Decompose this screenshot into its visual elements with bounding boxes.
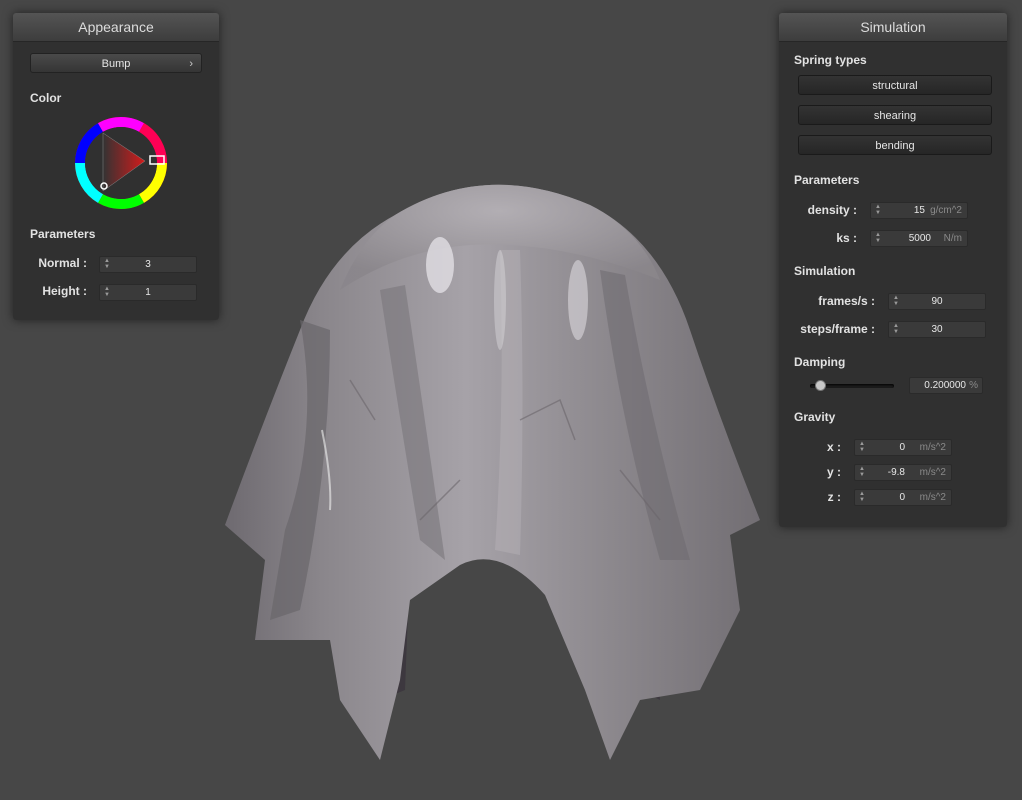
spinner-icon[interactable]: ▲ ▼ bbox=[859, 466, 866, 479]
steps-label: steps/frame : bbox=[800, 322, 875, 336]
gravity-z-unit: m/s^2 bbox=[919, 492, 946, 503]
structural-toggle-button[interactable]: structural bbox=[798, 75, 992, 95]
gravity-x-unit: m/s^2 bbox=[919, 442, 946, 453]
gravity-x-label: x : bbox=[826, 440, 841, 454]
ks-input[interactable]: ▲ ▼ 5000 N/m bbox=[870, 230, 968, 247]
sim-parameters-label: Parameters bbox=[794, 173, 860, 187]
color-section-label: Color bbox=[30, 91, 62, 105]
simulation-panel: Simulation Spring types structural shear… bbox=[779, 13, 1007, 527]
ks-value: 5000 bbox=[908, 233, 931, 244]
steps-value: 30 bbox=[931, 324, 943, 335]
gravity-y-label: y : bbox=[826, 465, 841, 479]
spinner-icon[interactable]: ▲ ▼ bbox=[859, 491, 866, 504]
damping-unit: % bbox=[969, 380, 978, 391]
damping-value: 0.200000 bbox=[924, 380, 966, 391]
gravity-z-input[interactable]: ▲ ▼ 0 m/s^2 bbox=[854, 489, 952, 506]
shearing-toggle-button[interactable]: shearing bbox=[798, 105, 992, 125]
spinner-icon[interactable]: ▲ ▼ bbox=[859, 441, 866, 454]
appearance-panel: Appearance Bump › Color Parameters Norma… bbox=[13, 13, 219, 320]
density-input[interactable]: ▲ ▼ 15 g/cm^2 bbox=[870, 202, 968, 219]
ks-label: ks : bbox=[836, 231, 857, 245]
damping-input[interactable]: 0.200000 % bbox=[909, 377, 983, 394]
normal-value: 3 bbox=[145, 259, 151, 270]
normal-input[interactable]: ▲ ▼ 3 bbox=[99, 256, 197, 273]
gravity-z-value: 0 bbox=[899, 492, 905, 503]
frames-input[interactable]: ▲ ▼ 90 bbox=[888, 293, 986, 310]
ks-unit: N/m bbox=[943, 233, 962, 244]
damping-label: Damping bbox=[794, 355, 846, 369]
gravity-y-input[interactable]: ▲ ▼ -9.8 m/s^2 bbox=[854, 464, 952, 481]
spinner-icon[interactable]: ▲ ▼ bbox=[875, 232, 882, 245]
color-wheel[interactable] bbox=[73, 115, 169, 211]
gravity-z-label: z : bbox=[827, 490, 841, 504]
density-label: density : bbox=[807, 203, 857, 217]
gravity-label: Gravity bbox=[794, 410, 836, 424]
gravity-y-value: -9.8 bbox=[887, 467, 905, 478]
cloth-mesh bbox=[225, 184, 760, 760]
height-label: Height : bbox=[42, 284, 87, 298]
gravity-x-input[interactable]: ▲ ▼ 0 m/s^2 bbox=[854, 439, 952, 456]
steps-input[interactable]: ▲ ▼ 30 bbox=[888, 321, 986, 338]
simulation-section-label: Simulation bbox=[794, 264, 856, 278]
shader-select-label: Bump bbox=[101, 58, 131, 70]
density-unit: g/cm^2 bbox=[930, 205, 962, 216]
spinner-icon[interactable]: ▲ ▼ bbox=[875, 204, 882, 217]
frames-value: 90 bbox=[931, 296, 943, 307]
normal-label: Normal : bbox=[38, 256, 87, 270]
gravity-y-unit: m/s^2 bbox=[919, 467, 946, 478]
appearance-panel-title[interactable]: Appearance bbox=[13, 13, 219, 42]
gravity-x-value: 0 bbox=[899, 442, 905, 453]
damping-slider-handle[interactable] bbox=[815, 380, 827, 391]
density-value: 15 bbox=[913, 205, 925, 216]
spring-types-label: Spring types bbox=[794, 53, 867, 67]
height-input[interactable]: ▲ ▼ 1 bbox=[99, 284, 197, 301]
bending-toggle-button[interactable]: bending bbox=[798, 135, 992, 155]
appearance-parameters-label: Parameters bbox=[30, 227, 96, 241]
height-value: 1 bbox=[145, 287, 151, 298]
chevron-right-icon: › bbox=[189, 58, 193, 70]
shader-select-button[interactable]: Bump › bbox=[30, 53, 202, 73]
frames-label: frames/s : bbox=[818, 294, 875, 308]
simulation-panel-title[interactable]: Simulation bbox=[779, 13, 1007, 42]
